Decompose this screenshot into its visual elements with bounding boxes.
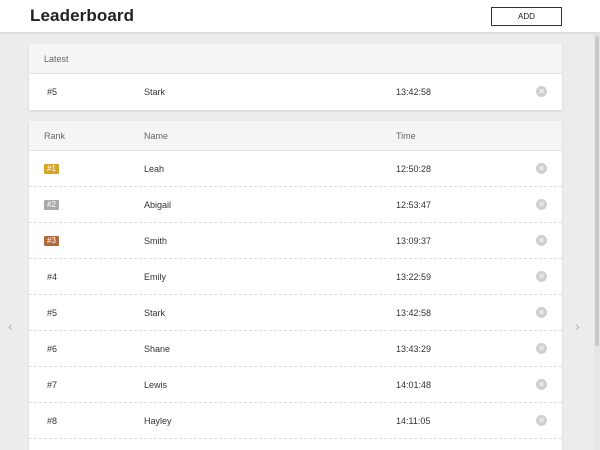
latest-row[interactable]: #5 Stark 13:42:58 ✕ — [29, 74, 562, 110]
delete-icon[interactable]: ✕ — [536, 307, 547, 318]
table-row[interactable]: #8 Hayley 14:11:05 ✕ — [29, 403, 562, 439]
table-row[interactable]: #4 Emily 13:22:59 ✕ — [29, 259, 562, 295]
column-header-rank: Rank — [44, 131, 66, 141]
leaderboard-rows: #1 Leah 12:50:28 ✕ #2 Abigail 12:53:47 ✕ #3 Smith… — [29, 151, 562, 439]
delete-icon[interactable]: ✕ — [536, 343, 547, 354]
name-cell: Smith — [144, 236, 168, 246]
delete-icon[interactable]: ✕ — [536, 199, 547, 210]
delete-icon[interactable]: ✕ — [536, 271, 547, 282]
scrollbar[interactable] — [594, 34, 600, 450]
latest-header: Latest — [29, 44, 562, 74]
table-row[interactable]: #7 Lewis 14:01:48 ✕ — [29, 367, 562, 403]
table-row[interactable]: #2 Abigail 12:53:47 ✕ — [29, 187, 562, 223]
rank-badge: #1 — [44, 164, 59, 174]
rank-cell: #5 — [47, 308, 58, 318]
rank-badge: #3 — [44, 236, 59, 246]
time-cell: 13:22:59 — [396, 272, 432, 282]
table-row[interactable]: #6 Shane 13:43:29 ✕ — [29, 331, 562, 367]
name-cell: Lewis — [144, 380, 168, 390]
rank-cell: #7 — [47, 380, 58, 390]
page-title: Leaderboard — [30, 6, 135, 25]
delete-icon[interactable]: ✕ — [536, 235, 547, 246]
scrollbar-thumb[interactable] — [595, 36, 599, 346]
delete-icon[interactable]: ✕ — [536, 86, 547, 97]
name-cell: Abigail — [144, 200, 172, 210]
latest-time: 13:42:58 — [396, 87, 432, 97]
leaderboard-header: Rank Name Time — [29, 121, 562, 151]
name-cell: Emily — [144, 272, 166, 282]
name-cell: Shane — [144, 344, 171, 354]
leaderboard-card: Rank Name Time #1 Leah 12:50:28 ✕ #2 Abigail 1… — [29, 121, 562, 450]
add-button[interactable]: ADD — [491, 7, 562, 26]
latest-name: Stark — [144, 87, 166, 97]
delete-icon[interactable]: ✕ — [536, 163, 547, 174]
top-bar: Leaderboard ADD — [0, 0, 600, 33]
time-cell: 13:42:58 — [396, 308, 432, 318]
name-cell: Leah — [144, 164, 165, 174]
latest-card: Latest #5 Stark 13:42:58 ✕ — [29, 44, 562, 110]
table-row[interactable]: #3 Smith 13:09:37 ✕ — [29, 223, 562, 259]
table-row[interactable]: #1 Leah 12:50:28 ✕ — [29, 151, 562, 187]
chevron-left-icon[interactable]: ‹ — [8, 318, 13, 334]
column-header-time: Time — [396, 131, 416, 141]
column-header-name: Name — [144, 131, 169, 141]
time-cell: 14:01:48 — [396, 380, 432, 390]
time-cell: 12:53:47 — [396, 200, 432, 210]
time-cell: 13:09:37 — [396, 236, 432, 246]
name-cell: Hayley — [144, 416, 172, 426]
rank-badge: #2 — [44, 200, 59, 210]
rank-cell: #6 — [47, 344, 58, 354]
rank-cell: #8 — [47, 416, 58, 426]
name-cell: Stark — [144, 308, 166, 318]
delete-icon[interactable]: ✕ — [536, 379, 547, 390]
latest-rank: #5 — [47, 87, 58, 97]
table-row[interactable]: #5 Stark 13:42:58 ✕ — [29, 295, 562, 331]
latest-heading: Latest — [44, 54, 69, 64]
time-cell: 13:43:29 — [396, 344, 432, 354]
time-cell: 12:50:28 — [396, 164, 432, 174]
time-cell: 14:11:05 — [396, 416, 431, 426]
rank-cell: #4 — [47, 272, 58, 282]
delete-icon[interactable]: ✕ — [536, 415, 547, 426]
chevron-right-icon[interactable]: › — [575, 318, 580, 334]
